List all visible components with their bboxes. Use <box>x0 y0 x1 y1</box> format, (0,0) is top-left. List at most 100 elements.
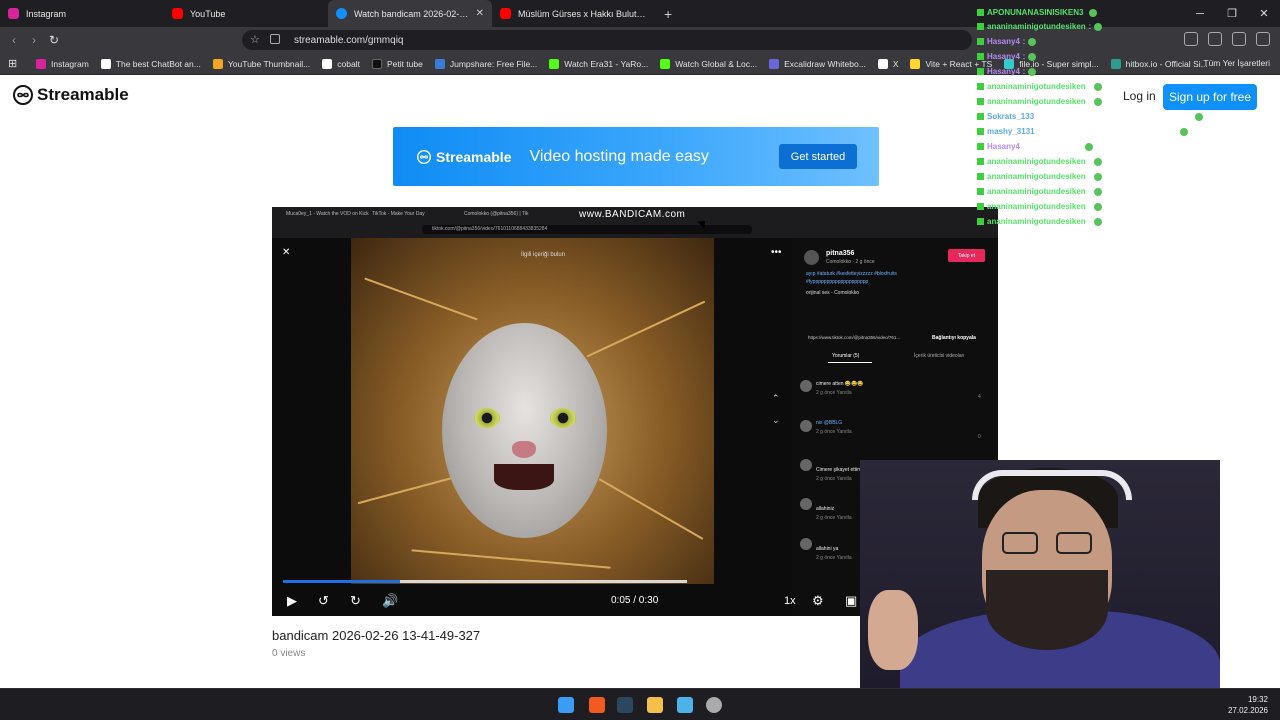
chat-text: : <box>1088 202 1091 211</box>
copy-link-button: Bağlantıyı kopyala <box>932 335 976 341</box>
chat-username: Sokrats_133 <box>987 112 1035 121</box>
emote-icon <box>1093 97 1102 106</box>
site-info-icon[interactable] <box>270 34 280 44</box>
playback-time: 0:05 / 0:30 <box>611 595 659 606</box>
bookmark-favicon <box>36 58 46 69</box>
chat-text: : <box>1088 217 1091 226</box>
forward-icon[interactable]: › <box>24 33 44 47</box>
steam-icon[interactable] <box>617 697 633 713</box>
tab-streamable[interactable]: Watch bandicam 2026-02-26 ✕ <box>328 0 492 27</box>
tiktok-sound: orijinal ses - Comolokko <box>806 290 860 296</box>
bookmark-item[interactable]: Watch Global & Loc... <box>654 58 763 69</box>
kick-badge-icon <box>977 9 984 16</box>
like-count: 4 <box>978 394 981 400</box>
chat-text: : <box>1088 22 1091 31</box>
url-field[interactable]: ☆ streamable.com/gmmqiq <box>242 30 972 50</box>
bookmark-favicon <box>371 58 382 69</box>
tab-music[interactable]: Müslüm Gürses x Hakkı Bulut Seni Ya <box>492 0 656 27</box>
close-icon: ✕ <box>282 247 291 258</box>
playback-rate-button[interactable]: 1x <box>784 595 796 607</box>
chat-message: ananinaminigotundesiken: <box>977 97 1102 106</box>
bookmark-item[interactable]: cobalt <box>316 58 366 69</box>
brand-name: Streamable <box>37 85 129 104</box>
progress-bar[interactable] <box>283 580 687 583</box>
folder-icon[interactable] <box>647 697 663 713</box>
app-icon[interactable] <box>677 697 693 713</box>
tab-youtube[interactable]: YouTube <box>164 0 328 27</box>
chat-text: : <box>1022 67 1026 76</box>
back-icon[interactable]: ‹ <box>4 33 24 47</box>
emote-icon <box>1093 187 1102 196</box>
streamer-hand <box>868 590 918 670</box>
chat-text: : dertlendim amk <box>1022 142 1083 151</box>
avatar <box>800 538 812 550</box>
video-frame: İlgili içeriği bulun <box>351 238 714 584</box>
settings-gear-icon[interactable]: ⚙ <box>812 593 824 609</box>
windows-start-icon[interactable] <box>558 697 574 713</box>
kick-badge-icon <box>977 158 984 165</box>
bookmark-item[interactable]: Instagram <box>30 58 95 69</box>
tab-label: Watch bandicam 2026-02-26 <box>354 8 469 19</box>
comment-meta: 2 g önce Yanıtla <box>816 555 852 561</box>
forward-icon[interactable]: ↻ <box>350 593 361 609</box>
tiktok-caption: ayıp #ataturk #kesfetteyizzzzz #bloxfrui… <box>806 271 897 285</box>
kick-badge-icon <box>977 98 984 105</box>
avatar <box>800 459 812 471</box>
close-tab-icon[interactable]: ✕ <box>476 8 484 19</box>
bookmark-favicon <box>769 58 780 69</box>
emote-icon <box>1028 52 1037 61</box>
new-tab-button[interactable]: + <box>656 6 680 22</box>
bookmark-label: Instagram <box>51 58 89 69</box>
obs-icon[interactable] <box>706 697 722 713</box>
bookmark-label: Jumpshare: Free File... <box>449 58 538 69</box>
bookmark-label: Watch Global & Loc... <box>675 58 758 69</box>
chat-username: APONUNANASINISIKEN3 <box>987 8 1084 17</box>
kick-badge-icon <box>977 128 984 135</box>
creator-videos-tab: İçerik üreticisi videoları <box>914 353 965 359</box>
kick-badge-icon <box>977 38 984 45</box>
bookmark-item[interactable]: X <box>872 58 905 69</box>
bookmark-favicon <box>660 58 671 69</box>
bookmark-icon[interactable]: ☆ <box>250 33 260 46</box>
volume-icon[interactable]: 🔊 <box>382 593 398 609</box>
picture-in-picture-icon[interactable]: ▣ <box>845 593 857 609</box>
chat-username: ananinaminigotundesiken <box>987 22 1086 31</box>
get-started-button[interactable]: Get started <box>779 144 857 169</box>
chat-message: ananinaminigotundesiken: <box>977 82 1102 91</box>
bookmark-item[interactable]: Jumpshare: Free File... <box>429 58 543 69</box>
bookmark-favicon <box>434 58 445 69</box>
apps-grid-icon[interactable]: ⊞ <box>8 57 30 70</box>
bookmark-item[interactable]: The best ChatBot an... <box>95 58 207 69</box>
chat-message: ananinaminigotundesiken: <box>977 172 1102 181</box>
bookmark-item[interactable]: Petit tube <box>366 58 429 69</box>
emote-icon <box>1093 157 1102 166</box>
reload-icon[interactable]: ↻ <box>44 33 64 47</box>
comment: Cimere şikayet ettim 2 g önce Yanıtla <box>816 467 861 482</box>
comment: allahiniz 2 g önce Yanıtla <box>816 506 852 521</box>
bookmark-item[interactable]: Watch Era31 - YaRo... <box>543 58 654 69</box>
kick-badge-icon <box>977 143 984 150</box>
brave-icon[interactable] <box>589 697 605 713</box>
bookmark-item[interactable]: YouTube Thumbnail... <box>207 58 316 69</box>
streamable-logo[interactable]: Streamable <box>13 85 129 105</box>
avatar <box>800 380 812 392</box>
comment: nix @BBLG 2 g önce Yanıtla <box>816 420 856 435</box>
chat-username: ananinaminigotundesiken <box>987 97 1086 106</box>
tiktok-username: pitna356 <box>826 250 855 257</box>
chat-username: ananinaminigotundesiken <box>987 187 1086 196</box>
kick-badge-icon <box>977 203 984 210</box>
chat-message: ananinaminigotundesiken: <box>977 217 1102 226</box>
bookmark-label: X <box>892 58 899 69</box>
chat-text: : <box>1088 172 1091 181</box>
instagram-icon <box>8 8 19 19</box>
rewind-icon[interactable]: ↺ <box>318 593 329 609</box>
bookmark-label: Petit tube <box>386 58 423 69</box>
infinity-icon <box>417 149 431 164</box>
emote-icon <box>1093 217 1102 226</box>
play-icon[interactable]: ▶ <box>287 593 297 609</box>
emote-icon <box>1028 37 1037 46</box>
tab-instagram[interactable]: Instagram <box>0 0 164 27</box>
bookmark-item[interactable]: Excalidraw Whitebo... <box>763 58 872 69</box>
promo-banner[interactable]: Streamable Video hosting made easy Get s… <box>393 127 879 186</box>
headphones <box>972 470 1132 500</box>
